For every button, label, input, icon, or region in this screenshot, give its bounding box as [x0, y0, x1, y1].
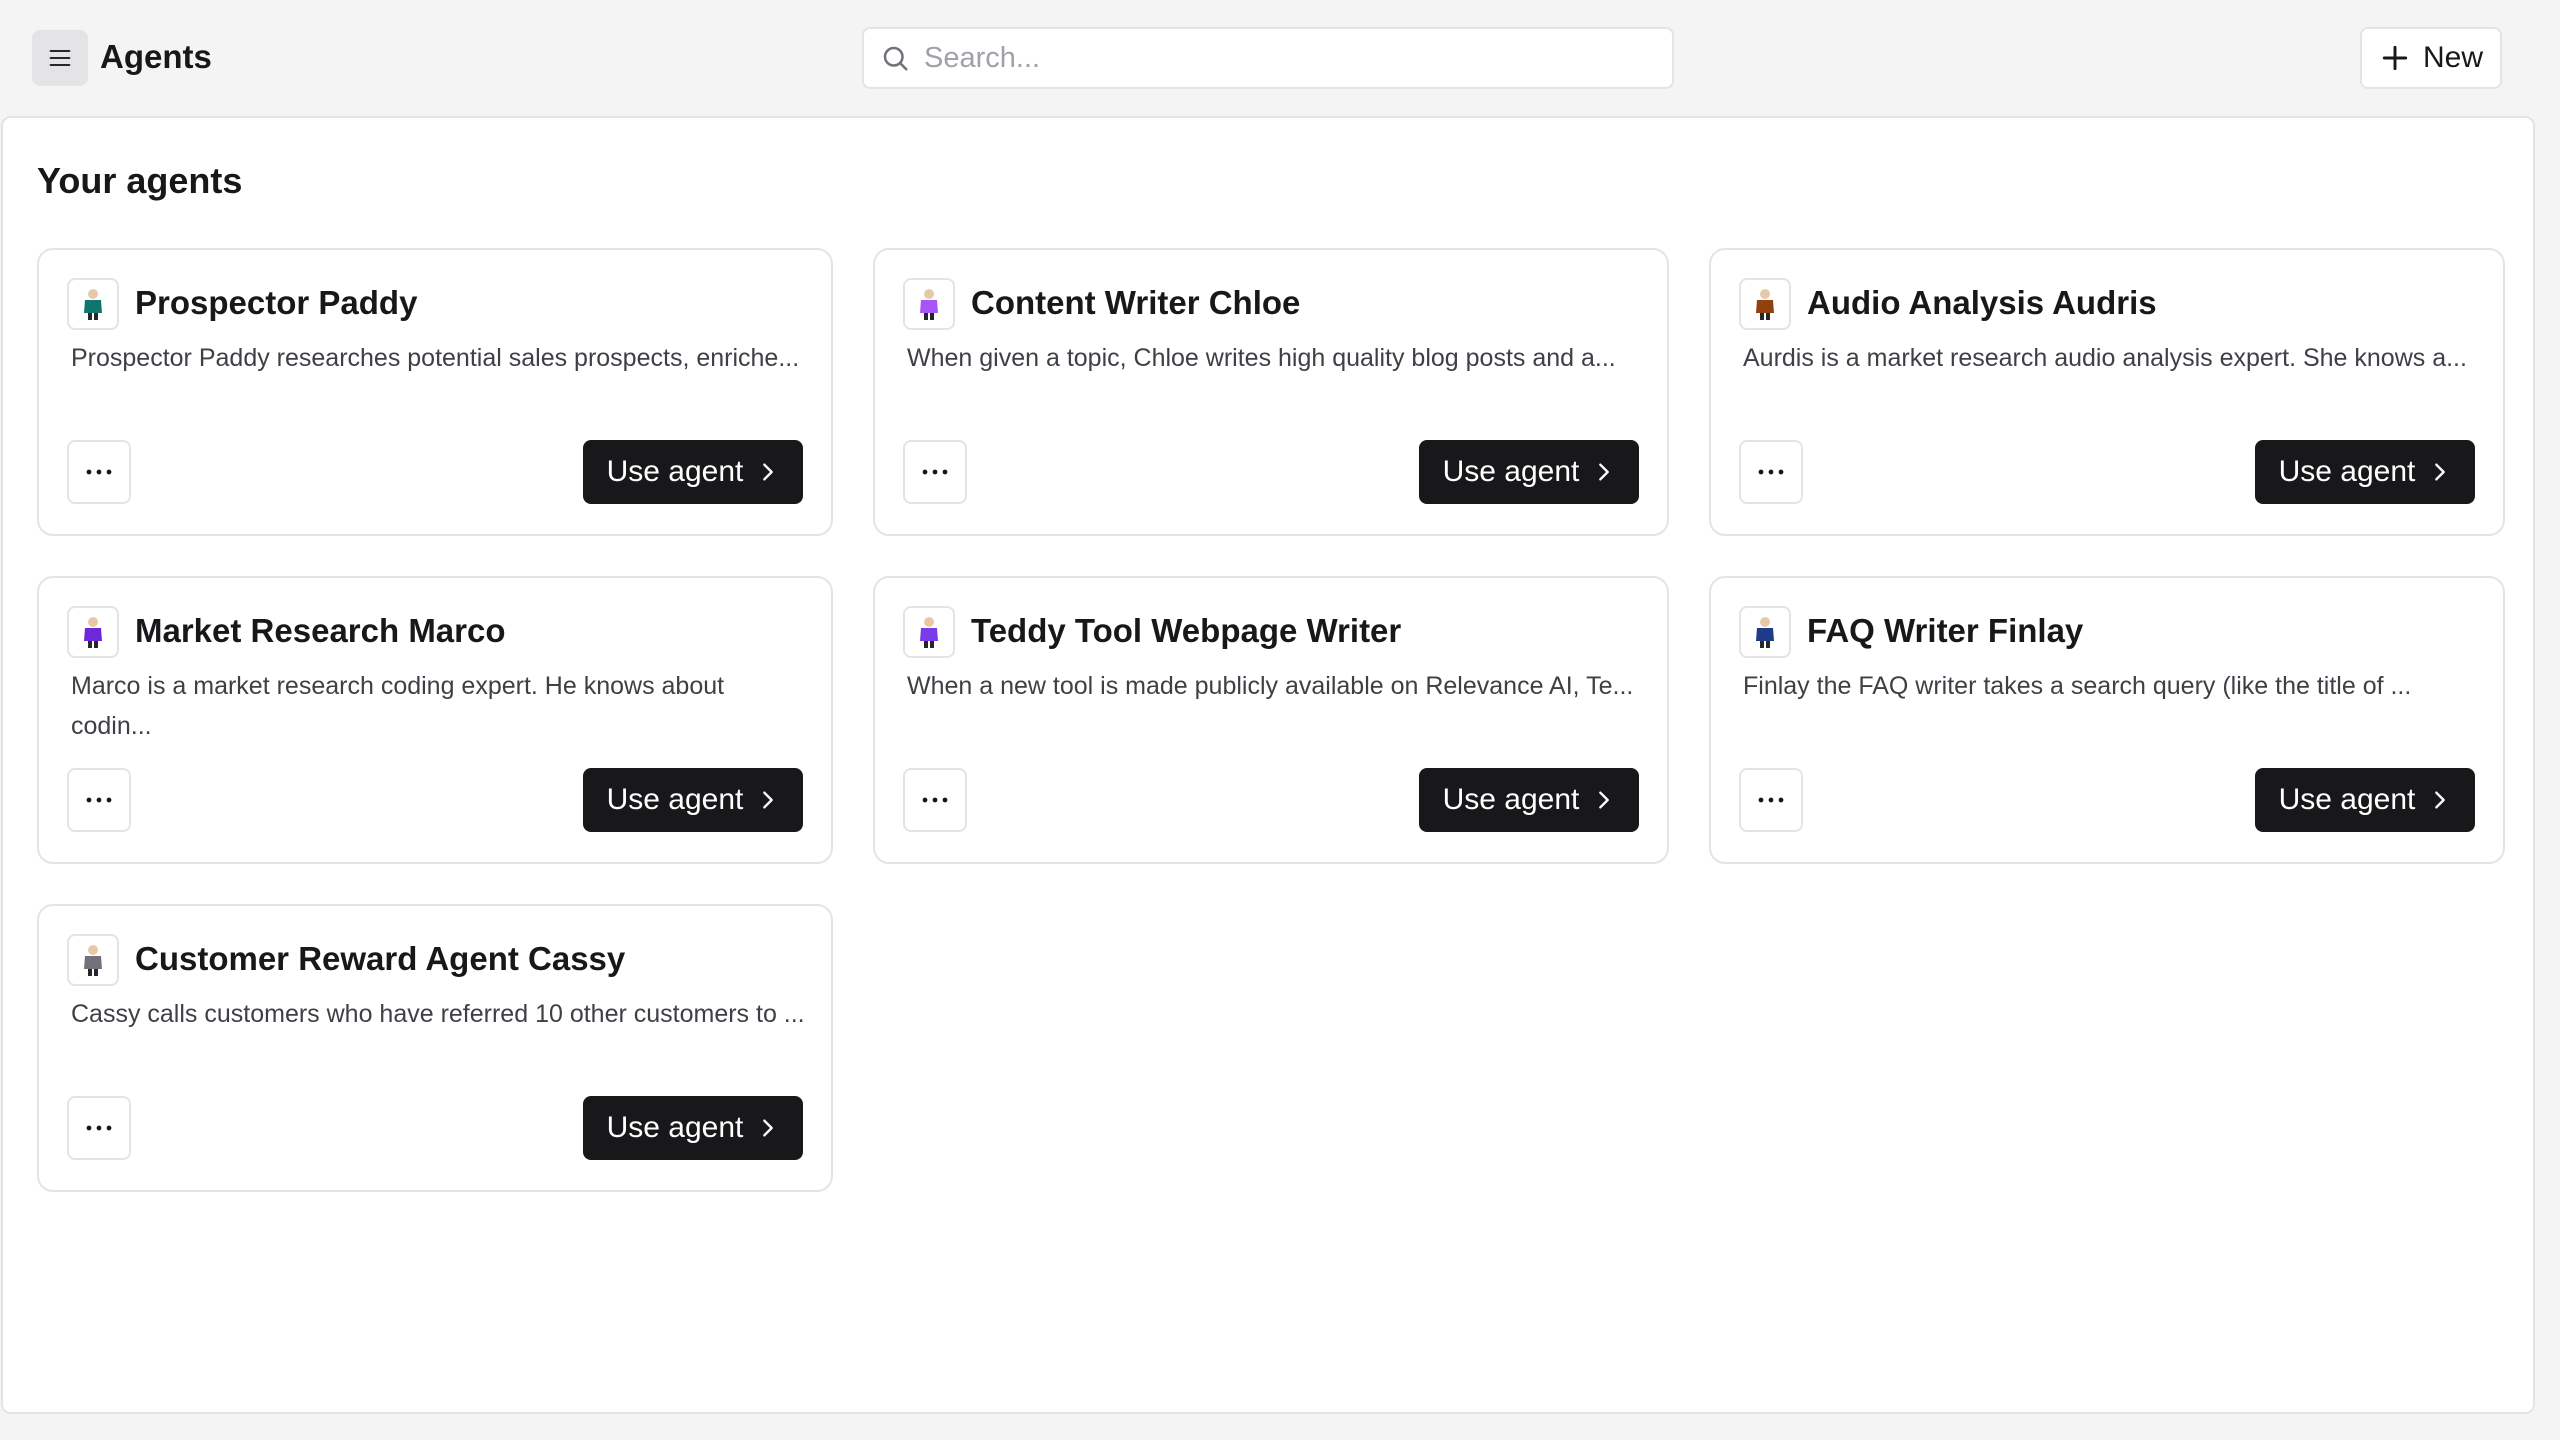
- use-agent-button[interactable]: Use agent: [1419, 440, 1639, 504]
- more-options-button[interactable]: [67, 440, 131, 504]
- agent-description: When a new tool is made publicly availab…: [907, 672, 1634, 700]
- agent-card[interactable]: Teddy Tool Webpage Writer When a new tool…: [873, 576, 1669, 864]
- chevron-right-icon: [1599, 463, 1610, 481]
- use-agent-label: Use agent: [606, 1111, 744, 1144]
- chevron-right-icon: [763, 791, 774, 809]
- agent-avatar: [1739, 606, 1791, 658]
- use-agent-button[interactable]: Use agent: [2255, 768, 2475, 832]
- agent-name: Teddy Tool Webpage Writer: [971, 612, 1402, 649]
- chevron-right-icon: [763, 463, 774, 481]
- more-horizontal-icon: [922, 797, 948, 803]
- more-options-button[interactable]: [903, 440, 967, 504]
- agent-name: Prospector Paddy: [135, 284, 418, 321]
- chevron-right-icon: [2435, 791, 2446, 809]
- top-bar: Agents New: [0, 0, 2560, 116]
- use-agent-button[interactable]: Use agent: [583, 440, 803, 504]
- menu-icon: [49, 49, 71, 67]
- use-agent-label: Use agent: [606, 783, 744, 816]
- chevron-right-icon: [2435, 463, 2446, 481]
- agent-description: Marco is a market research coding expert…: [71, 672, 725, 740]
- agent-avatar-icon: [1756, 289, 1774, 320]
- menu-button[interactable]: [32, 30, 88, 86]
- search-input[interactable]: [924, 41, 1624, 75]
- agent-name: Audio Analysis Audris: [1807, 284, 2157, 321]
- agent-card[interactable]: Prospector Paddy Prospector Paddy researc…: [37, 248, 833, 536]
- agent-avatar-icon: [84, 289, 102, 320]
- agent-name: FAQ Writer Finlay: [1807, 612, 2084, 649]
- more-horizontal-icon: [86, 1125, 112, 1131]
- search-box[interactable]: [862, 27, 1674, 89]
- use-agent-label: Use agent: [1442, 455, 1580, 488]
- agent-name: Content Writer Chloe: [971, 284, 1301, 321]
- more-options-button[interactable]: [1739, 440, 1803, 504]
- use-agent-label: Use agent: [2278, 455, 2416, 488]
- agent-card[interactable]: Content Writer Chloe When given a topic, …: [873, 248, 1669, 536]
- agent-avatar: [903, 606, 955, 658]
- agent-card[interactable]: Customer Reward Agent Cassy Cassy calls c…: [37, 904, 833, 1192]
- agent-name: Customer Reward Agent Cassy: [135, 940, 626, 977]
- agent-avatar: [67, 278, 119, 330]
- more-horizontal-icon: [1758, 797, 1784, 803]
- search-icon: [883, 46, 908, 71]
- chevron-right-icon: [1599, 791, 1610, 809]
- agent-description: Cassy calls customers who have referred …: [71, 1000, 805, 1028]
- use-agent-button[interactable]: Use agent: [2255, 440, 2475, 504]
- new-agent-button[interactable]: New: [2360, 27, 2502, 89]
- agent-name: Market Research Marco: [135, 612, 506, 649]
- agent-avatar: [903, 278, 955, 330]
- use-agent-label: Use agent: [1442, 783, 1580, 816]
- more-options-button[interactable]: [1739, 768, 1803, 832]
- section-title: Your agents: [37, 160, 243, 201]
- agent-description: Finlay the FAQ writer takes a search que…: [1743, 672, 2412, 700]
- agent-description: Aurdis is a market research audio analys…: [1743, 344, 2467, 372]
- agent-avatar-icon: [84, 617, 102, 648]
- more-options-button[interactable]: [903, 768, 967, 832]
- use-agent-label: Use agent: [606, 455, 744, 488]
- use-agent-button[interactable]: Use agent: [583, 768, 803, 832]
- use-agent-button[interactable]: Use agent: [583, 1096, 803, 1160]
- agent-card[interactable]: FAQ Writer Finlay Finlay the FAQ writer t…: [1709, 576, 2505, 864]
- chevron-right-icon: [763, 1119, 774, 1137]
- agent-description: When given a topic, Chloe writes high qu…: [907, 344, 1616, 372]
- main-panel: Your agents Prospector Paddy Prospector P…: [1, 116, 2535, 1414]
- agent-avatar-icon: [84, 945, 102, 976]
- use-agent-button[interactable]: Use agent: [1419, 768, 1639, 832]
- more-horizontal-icon: [86, 797, 112, 803]
- more-horizontal-icon: [86, 469, 112, 475]
- agent-avatar-icon: [920, 289, 938, 320]
- agent-avatar: [1739, 278, 1791, 330]
- more-options-button[interactable]: [67, 768, 131, 832]
- more-horizontal-icon: [1758, 469, 1784, 475]
- agent-avatar-icon: [1756, 617, 1774, 648]
- agent-description: Prospector Paddy researches potential sa…: [71, 344, 800, 372]
- agent-card[interactable]: Audio Analysis Audris Aurdis is a market …: [1709, 248, 2505, 536]
- more-horizontal-icon: [922, 469, 948, 475]
- new-button-label: New: [2422, 41, 2483, 74]
- plus-icon: [2382, 45, 2408, 71]
- agent-avatar: [67, 934, 119, 986]
- page-title: Agents: [100, 38, 212, 75]
- agent-avatar: [67, 606, 119, 658]
- use-agent-label: Use agent: [2278, 783, 2416, 816]
- agent-card[interactable]: Market Research Marco Marco is a market r…: [37, 576, 833, 864]
- agent-avatar-icon: [920, 617, 938, 648]
- more-options-button[interactable]: [67, 1096, 131, 1160]
